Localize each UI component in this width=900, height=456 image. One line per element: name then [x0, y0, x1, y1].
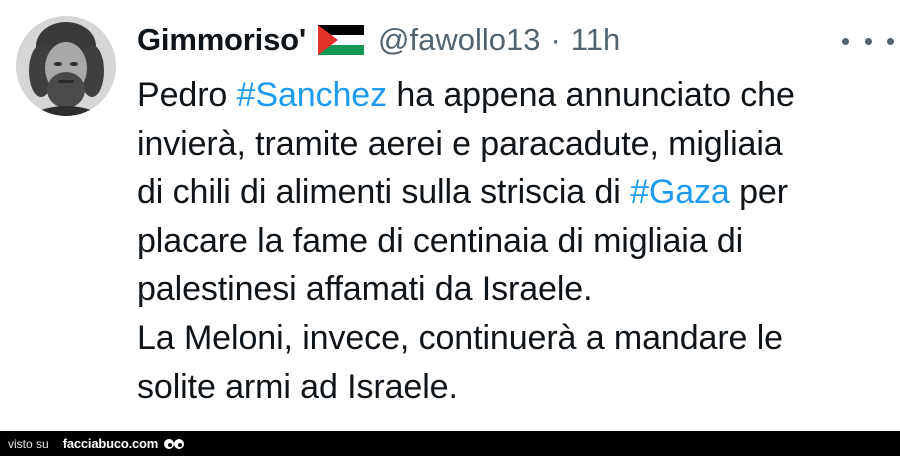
tweet-text-segment: Pedro	[137, 76, 237, 114]
tweet-text-segment: per	[729, 173, 788, 212]
tweet-text-line: La Meloni, invece, continuerà a mandare …	[137, 314, 887, 363]
author-display-name[interactable]: Gimmoriso'	[137, 22, 306, 58]
more-horizontal-icon	[864, 37, 872, 45]
tweet-text: Pedro #Sanchez ha appena annunciato che i…	[137, 71, 887, 411]
tweet-text-line: Pedro #Sanchez ha appena annunciato che	[137, 71, 887, 120]
more-horizontal-icon	[842, 37, 849, 45]
tweet-text-line: palestinesi affamati da Israele.	[137, 265, 887, 314]
tweet-text-line: di chili di alimenti sulla striscia di #…	[137, 168, 887, 217]
avatar-image	[16, 16, 116, 116]
tweet-text-segment: La Meloni, invece, continuerà a mandare …	[137, 318, 783, 357]
hashtag-link[interactable]: #Gaza	[630, 173, 730, 211]
tweet-header: Gimmoriso' @fawollo13 · 11h	[137, 18, 620, 62]
more-options-button[interactable]	[842, 30, 894, 52]
tweet-text-line: placare la fame di centinaia di migliaia…	[137, 217, 887, 266]
watermark-prefix: visto su	[8, 436, 49, 451]
watermark-site[interactable]: facciabuco.com	[63, 436, 159, 451]
tweet-text-line: invierà, tramite aerei e paracadute, mig…	[137, 120, 887, 169]
eyes-logo-icon	[164, 438, 185, 449]
watermark-bar: visto su facciabuco.com	[0, 431, 900, 456]
tweet-text-segment: invierà, tramite aerei e paracadute, mig…	[137, 124, 783, 163]
tweet-timestamp[interactable]: 11h	[571, 22, 620, 58]
tweet-text-segment: ha appena annunciato che	[387, 76, 795, 114]
tweet-card: Gimmoriso' @fawollo13 · 11h Pedro #Sanch…	[0, 0, 900, 431]
tweet-text-segment: palestinesi affamati da Israele.	[137, 270, 593, 309]
avatar[interactable]	[16, 16, 116, 116]
tweet-text-segment: placare la fame di centinaia di migliaia…	[137, 221, 744, 260]
tweet-text-segment: solite armi ad Israele.	[137, 367, 458, 406]
palestine-flag-icon	[318, 25, 365, 55]
tweet-text-segment: di chili di alimenti sulla striscia di	[137, 173, 631, 212]
author-handle[interactable]: @fawollo13	[378, 22, 540, 58]
tweet-text-line: solite armi ad Israele.	[137, 363, 887, 412]
hashtag-link[interactable]: #Sanchez	[237, 76, 388, 114]
more-horizontal-icon	[887, 37, 894, 45]
header-separator: ·	[550, 22, 561, 57]
